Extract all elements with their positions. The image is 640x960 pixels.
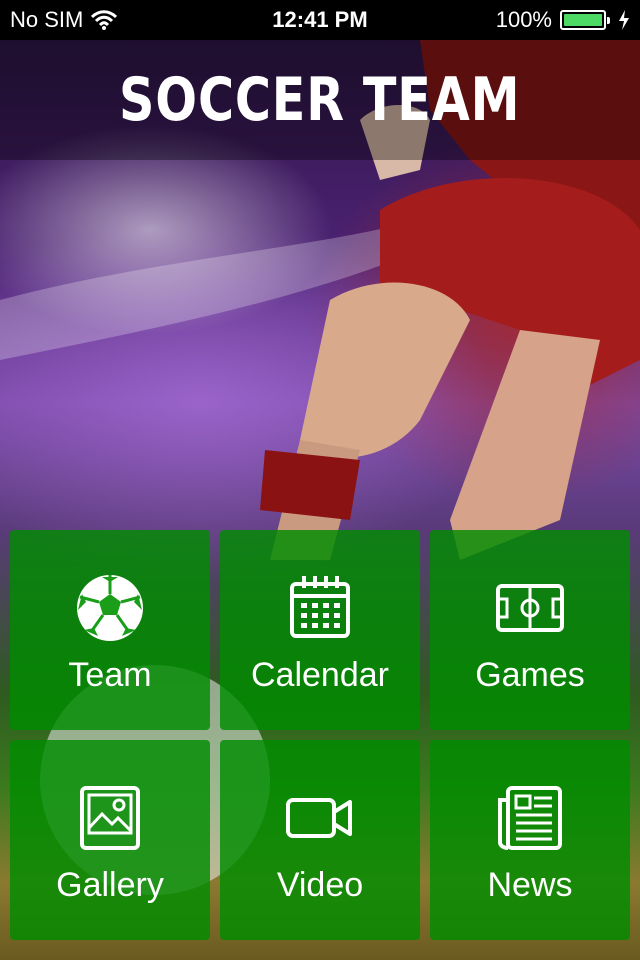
menu-grid: Team Calendar Games Gallery Video News bbox=[10, 530, 630, 940]
menu-tile-games[interactable]: Games bbox=[430, 530, 630, 730]
page-title: SOCCER TEAM bbox=[119, 65, 521, 135]
menu-label-gallery: Gallery bbox=[56, 865, 164, 904]
menu-label-calendar: Calendar bbox=[251, 655, 389, 694]
carrier-label: No SIM bbox=[10, 7, 84, 32]
menu-tile-calendar[interactable]: Calendar bbox=[220, 530, 420, 730]
battery-percent: 100% bbox=[495, 7, 552, 32]
menu-label-games: Games bbox=[475, 655, 585, 694]
video-camera-icon bbox=[286, 797, 352, 838]
soccer-ball-icon bbox=[77, 574, 143, 641]
menu-label-video: Video bbox=[276, 865, 364, 904]
calendar-icon bbox=[290, 575, 350, 638]
charging-bolt-icon bbox=[619, 10, 629, 30]
menu-tile-team[interactable]: Team bbox=[10, 530, 210, 730]
app-header: SOCCER TEAM bbox=[0, 40, 640, 160]
status-right: 100% bbox=[420, 7, 630, 33]
app-screen: No SIM 12:41 PM 100% SOCCER TEAM Team Ca… bbox=[0, 0, 640, 960]
menu-label-news: News bbox=[487, 865, 573, 904]
wifi-icon bbox=[91, 10, 118, 30]
menu-label-team: Team bbox=[68, 655, 152, 694]
battery-level bbox=[564, 14, 602, 26]
status-bar: No SIM 12:41 PM 100% bbox=[0, 0, 640, 40]
battery-icon bbox=[560, 10, 610, 30]
image-icon bbox=[80, 785, 140, 850]
status-time: 12:41 PM bbox=[272, 7, 368, 32]
menu-tile-news[interactable]: News bbox=[430, 740, 630, 940]
status-left: No SIM bbox=[10, 7, 220, 33]
newspaper-icon bbox=[498, 785, 562, 850]
soccer-field-icon bbox=[496, 583, 564, 632]
menu-tile-gallery[interactable]: Gallery bbox=[10, 740, 210, 940]
menu-tile-video[interactable]: Video bbox=[220, 740, 420, 940]
